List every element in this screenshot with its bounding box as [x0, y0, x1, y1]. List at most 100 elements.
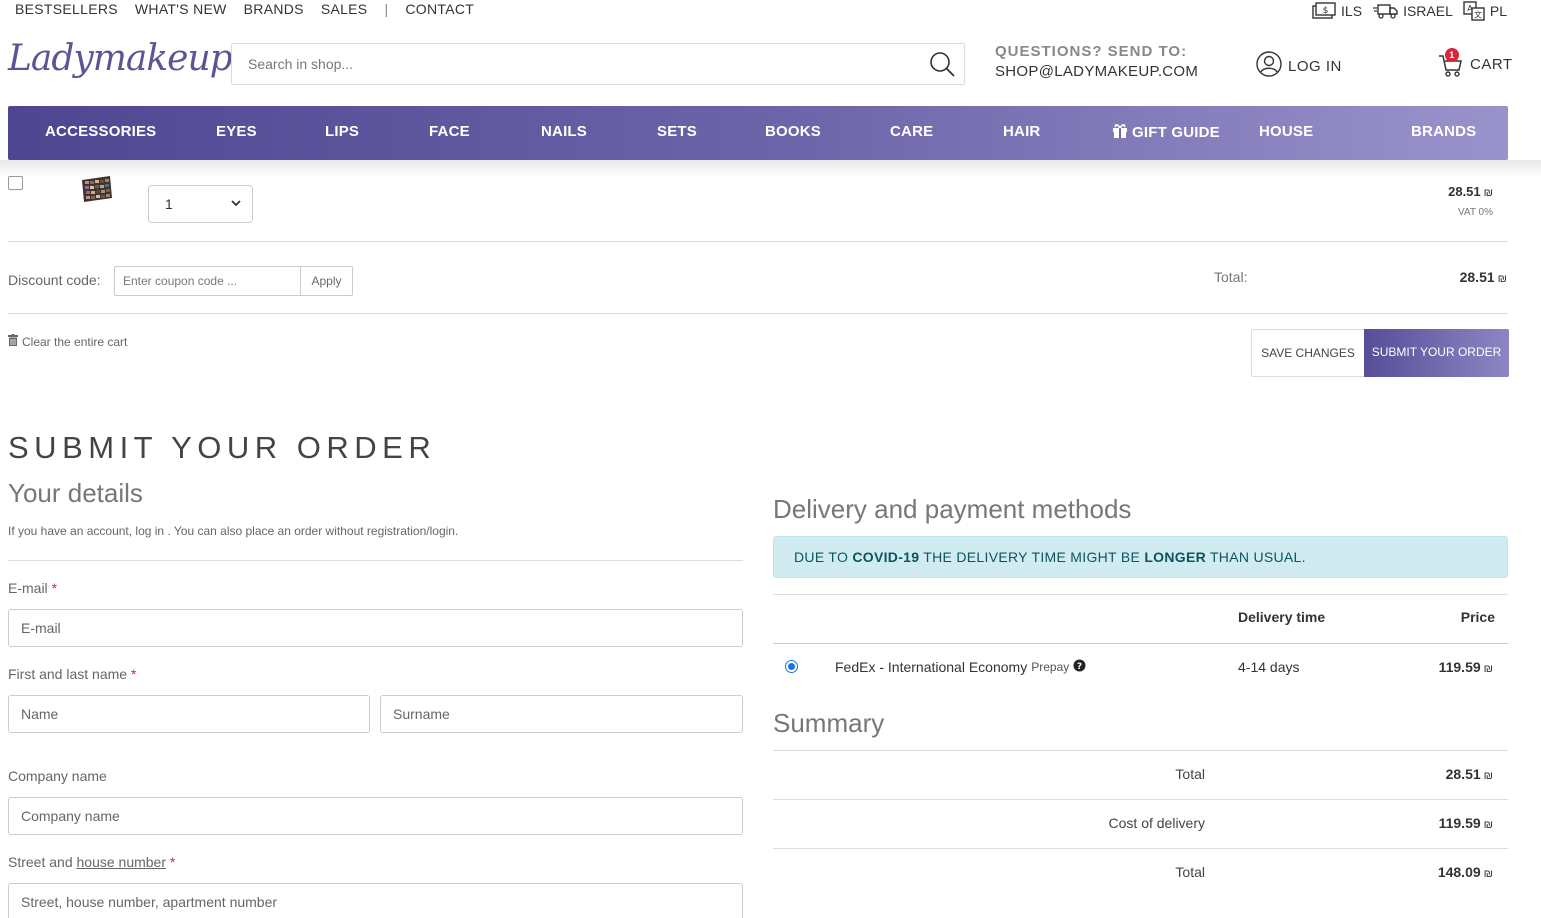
carrier-name: FedEx - International Economy Prepay ?: [835, 659, 1086, 675]
summary-heading: Summary: [773, 708, 885, 738]
name-label-text: First and last name: [8, 666, 128, 682]
cart-item-checkbox[interactable]: [8, 176, 23, 190]
country-selector[interactable]: ISRAEL: [1372, 2, 1453, 20]
nav-item-eyes[interactable]: EYES: [216, 123, 257, 140]
summary-delivery-amount: 119.59: [1438, 815, 1481, 831]
language-label: PL: [1489, 3, 1507, 19]
top-link-bestsellers[interactable]: BESTSELLERS: [15, 1, 118, 17]
questions-label: QUESTIONS? SEND TO:: [995, 43, 1188, 60]
top-link-sales[interactable]: SALES: [321, 1, 368, 17]
item-price-value: 28.51: [1448, 184, 1481, 199]
contact-email[interactable]: SHOP@LADYMAKEUP.COM: [995, 62, 1198, 82]
delivery-days: 4-14 days: [1238, 659, 1300, 675]
intro-prefix: If you have an account,: [8, 524, 136, 538]
clear-cart-link[interactable]: Clear the entire cart: [8, 334, 127, 349]
money-icon: $: [1312, 2, 1336, 20]
product-thumbnail[interactable]: [78, 176, 114, 204]
covid-text-3: THE DELIVERY TIME MIGHT BE: [919, 549, 1145, 565]
currency-symbol: ₪: [1497, 273, 1507, 285]
coupon-input[interactable]: Enter coupon code ...: [114, 266, 301, 296]
required-mark: *: [130, 666, 137, 682]
currency-selector[interactable]: $ ILS: [1312, 2, 1362, 20]
divider: [773, 799, 1508, 800]
top-link-brands[interactable]: BRANDS: [244, 1, 304, 17]
nav-item-gift-guide[interactable]: GIFT GUIDE: [1112, 123, 1220, 142]
summary-delivery-value: 119.59 ₪: [1439, 815, 1493, 831]
first-name-field[interactable]: Name: [8, 695, 370, 733]
company-field[interactable]: Company name: [8, 797, 743, 835]
login-link[interactable]: log in: [135, 524, 164, 538]
delivery-price-value: 119.59: [1438, 659, 1481, 675]
chevron-down-icon: [230, 186, 242, 235]
street-label: Street and house number *: [8, 854, 175, 870]
cart-label: CART: [1470, 55, 1513, 73]
email-label-text: E-mail: [8, 580, 48, 596]
delivery-method-radio[interactable]: [785, 660, 798, 673]
quantity-value: 1: [165, 196, 173, 212]
user-icon: [1256, 51, 1282, 81]
nav-item-face[interactable]: FACE: [429, 123, 470, 140]
site-header: Ladymakeup QUESTIONS? SEND TO: SHOP@LADY…: [0, 32, 1541, 102]
svg-text:$: $: [1323, 6, 1329, 16]
search-input[interactable]: [232, 44, 912, 84]
nav-item-hair[interactable]: HAIR: [1003, 123, 1040, 140]
nav-item-house[interactable]: HOUSE: [1259, 123, 1313, 140]
top-links: BESTSELLERS WHAT'S NEW BRANDS SALES | CO…: [15, 1, 491, 17]
carrier-note: Prepay: [1031, 660, 1070, 674]
site-logo[interactable]: Ladymakeup: [8, 38, 233, 79]
nav-item-brands[interactable]: BRANDS: [1411, 123, 1476, 140]
intro-suffix: . You can also place an order without re…: [164, 524, 459, 538]
email-field[interactable]: E-mail: [8, 609, 743, 647]
truck-icon: [1372, 2, 1398, 20]
apply-coupon-button[interactable]: Apply: [300, 266, 353, 296]
question-circle-icon[interactable]: ?: [1073, 659, 1086, 675]
delivery-price: 119.59 ₪: [1439, 659, 1493, 675]
required-mark: *: [51, 580, 58, 596]
name-label: First and last name *: [8, 666, 136, 682]
divider: [8, 313, 1508, 314]
top-utility-bar: BESTSELLERS WHAT'S NEW BRANDS SALES | CO…: [0, 0, 1541, 30]
covid-text-1: DUE TO: [794, 549, 853, 565]
nav-item-nails[interactable]: NAILS: [541, 123, 587, 140]
top-links-separator: |: [384, 1, 389, 17]
summary-total-amount: 148.09: [1437, 864, 1481, 880]
delivery-heading: Delivery and payment methods: [773, 494, 1132, 524]
login-button[interactable]: LOG IN: [1256, 51, 1342, 81]
login-intro-text: If you have an account, log in . You can…: [8, 524, 458, 538]
save-changes-button[interactable]: SAVE CHANGES: [1251, 329, 1365, 377]
covid-notice: DUE TO COVID-19 THE DELIVERY TIME MIGHT …: [773, 536, 1508, 578]
nav-item-accessories[interactable]: ACCESSORIES: [45, 123, 156, 140]
submit-order-button[interactable]: SUBMIT YOUR ORDER: [1364, 329, 1509, 377]
nav-shadow: [0, 160, 1541, 178]
language-selector[interactable]: A文 PL: [1463, 1, 1507, 21]
contact-info: QUESTIONS? SEND TO: SHOP@LADYMAKEUP.COM: [995, 42, 1198, 82]
summary-subtotal-label: Total: [1175, 766, 1205, 782]
main-navigation: ACCESSORIES EYES LIPS FACE NAILS SETS BO…: [8, 106, 1508, 160]
cart-total-value: 28.51 ₪: [1460, 269, 1507, 285]
nav-item-gift-guide-label: GIFT GUIDE: [1132, 124, 1220, 141]
svg-text:?: ?: [1077, 662, 1082, 672]
top-link-whats-new[interactable]: WHAT'S NEW: [135, 1, 227, 17]
divider: [773, 643, 1508, 644]
currency-symbol: ₪: [1483, 770, 1493, 782]
nav-item-books[interactable]: BOOKS: [765, 123, 821, 140]
cart-button[interactable]: 1 CART: [1438, 48, 1513, 77]
surname-field[interactable]: Surname: [380, 695, 743, 733]
item-vat: VAT 0%: [1457, 207, 1493, 218]
nav-item-lips[interactable]: LIPS: [325, 123, 359, 140]
login-label: LOG IN: [1288, 57, 1342, 75]
top-link-contact[interactable]: CONTACT: [405, 1, 474, 17]
nav-item-care[interactable]: CARE: [890, 123, 933, 140]
cart-count-badge: 1: [1445, 48, 1459, 62]
quantity-select[interactable]: 1: [148, 185, 253, 223]
street-field[interactable]: Street, house number, apartment number: [8, 883, 743, 918]
house-number-label: house number: [76, 854, 167, 870]
svg-text:文: 文: [1474, 10, 1482, 20]
divider: [8, 560, 743, 561]
order-section-title: SUBMIT YOUR ORDER: [8, 430, 437, 465]
search-icon[interactable]: [928, 50, 956, 83]
cart-icon-wrapper: 1: [1438, 48, 1464, 77]
clear-cart-label: Clear the entire cart: [22, 334, 128, 349]
nav-item-sets[interactable]: SETS: [657, 123, 697, 140]
discount-label: Discount code:: [8, 272, 101, 288]
